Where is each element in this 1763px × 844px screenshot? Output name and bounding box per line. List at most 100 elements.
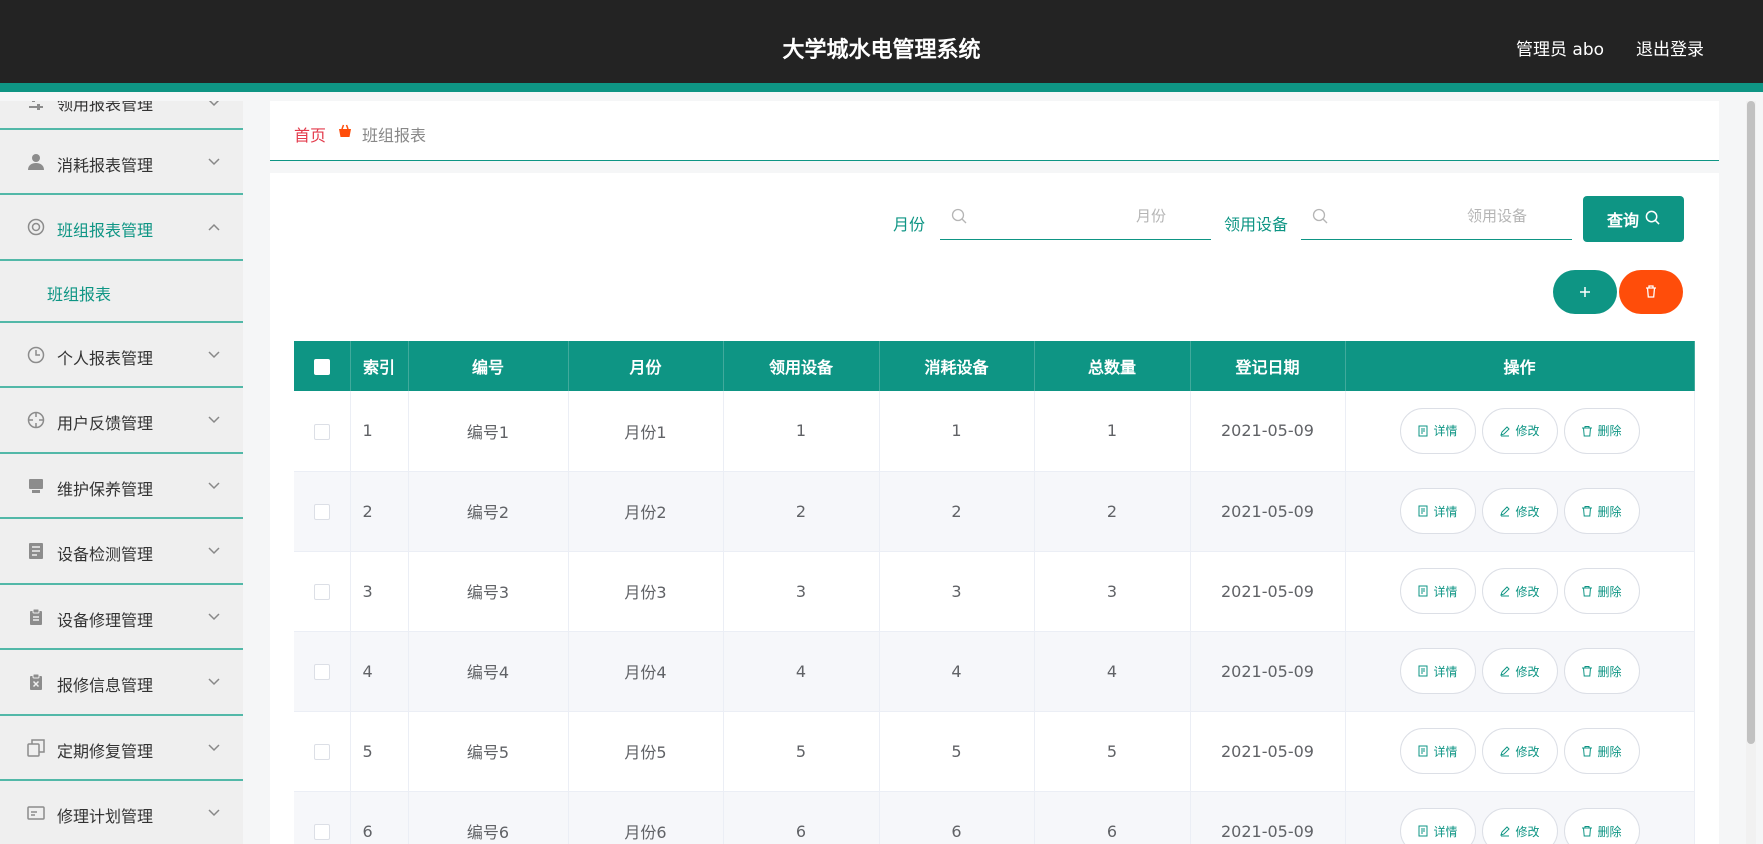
- copy-icon: [26, 738, 46, 758]
- table-cell: 5: [723, 711, 880, 792]
- row-select-cell[interactable]: [294, 551, 351, 632]
- sidebar-item-user-feedback[interactable]: 用户反馈管理: [0, 388, 243, 454]
- add-button[interactable]: [1553, 270, 1617, 314]
- detail-button[interactable]: 详情: [1399, 728, 1476, 774]
- table-cell: 月份5: [568, 711, 724, 792]
- sidebar-item-personal-report[interactable]: 个人报表管理: [0, 323, 243, 388]
- sidebar-item-usage-report[interactable]: 领用报表管理: [0, 101, 243, 130]
- sidebar-item-team-report[interactable]: 班组报表管理: [0, 195, 243, 261]
- edit-button[interactable]: 修改: [1481, 407, 1558, 454]
- sidebar-subitem-team-report[interactable]: 班组报表: [0, 261, 243, 323]
- sidebar-item-device-repair[interactable]: 设备修理管理: [0, 585, 243, 650]
- page-scrollbar[interactable]: [1746, 101, 1756, 844]
- pencil-icon: [1499, 585, 1511, 597]
- chevron-down-icon: [208, 611, 220, 623]
- chevron-down-icon: [208, 101, 220, 109]
- detail-button[interactable]: 详情: [1399, 568, 1476, 614]
- breadcrumb-home[interactable]: 首页: [294, 122, 326, 146]
- delete-button[interactable]: 删除: [1563, 407, 1640, 454]
- sidebar-item-label: 维护保养管理: [57, 480, 154, 499]
- content-card: 月份 领用设备 查询: [270, 173, 1719, 844]
- row-select-cell[interactable]: [294, 631, 351, 712]
- edit-button[interactable]: 修改: [1481, 648, 1558, 694]
- row-checkbox[interactable]: [313, 584, 330, 600]
- row-checkbox[interactable]: [313, 423, 330, 440]
- actions-cell: 详情 修改 删除: [1345, 711, 1695, 792]
- document-icon: [1417, 825, 1429, 837]
- breadcrumb-current: 班组报表: [362, 126, 427, 145]
- month-search-box: [940, 193, 1211, 240]
- sidebar-item-label: 消耗报表管理: [57, 156, 154, 175]
- column-header: 操作: [1345, 341, 1695, 391]
- sidebar-item-label: 定期修复管理: [57, 742, 154, 761]
- document-icon: [1417, 665, 1429, 677]
- row-select-cell[interactable]: [294, 471, 351, 552]
- delete-button[interactable]: 删除: [1563, 568, 1640, 614]
- row-select-cell[interactable]: [294, 791, 351, 844]
- edit-button[interactable]: 修改: [1481, 488, 1558, 534]
- select-all-cell[interactable]: [294, 341, 351, 391]
- detail-button[interactable]: 详情: [1399, 488, 1476, 534]
- table-cell: 编号4: [408, 631, 569, 712]
- row-checkbox[interactable]: [313, 504, 330, 520]
- search-icon: [1312, 208, 1328, 224]
- sidebar-item-consumption-report[interactable]: 消耗报表管理: [0, 130, 243, 195]
- chevron-down-icon: [208, 349, 220, 361]
- row-checkbox[interactable]: [313, 664, 330, 680]
- sidebar-item-repair-plan[interactable]: 修理计划管理: [0, 781, 243, 844]
- query-button[interactable]: 查询: [1583, 196, 1684, 242]
- row-checkbox[interactable]: [313, 824, 330, 840]
- table-cell: 3: [879, 551, 1035, 632]
- edit-button[interactable]: 修改: [1481, 568, 1558, 614]
- detail-button[interactable]: 详情: [1399, 808, 1476, 844]
- table-cell: 5: [1034, 711, 1191, 792]
- select-all-checkbox[interactable]: [313, 359, 330, 375]
- edit-button[interactable]: 修改: [1481, 808, 1558, 844]
- column-header: 月份: [568, 341, 724, 391]
- delete-button[interactable]: 删除: [1563, 808, 1640, 844]
- logout-link[interactable]: 退出登录: [1636, 35, 1704, 60]
- table-cell: 4: [1034, 631, 1191, 712]
- detail-button[interactable]: 详情: [1399, 407, 1476, 454]
- row-select-cell[interactable]: [294, 711, 351, 792]
- actions-cell: 详情 修改 删除: [1345, 391, 1695, 472]
- breadcrumb: 首页 班组报表: [270, 101, 1719, 161]
- table-cell: 编号5: [408, 711, 569, 792]
- table-cell: 4: [350, 631, 409, 712]
- lifebuoy-icon: [26, 217, 46, 237]
- delete-button[interactable]: 删除: [1563, 488, 1640, 534]
- sidebar-item-label: 设备修理管理: [57, 611, 154, 630]
- row-checkbox[interactable]: [313, 744, 330, 760]
- trash-icon: [1581, 505, 1593, 517]
- sidebar: 领用报表管理 消耗报表管理 班组报表管理 班组报表 个人报表管理 用户反馈管理: [0, 101, 243, 844]
- table-cell: 编号6: [408, 791, 569, 844]
- basket-icon: [337, 123, 353, 139]
- sidebar-item-periodic-repair[interactable]: 定期修复管理: [0, 716, 243, 781]
- delete-button[interactable]: 删除: [1563, 648, 1640, 694]
- pencil-icon: [1499, 825, 1511, 837]
- table-cell: 编号1: [408, 391, 569, 472]
- sidebar-item-device-inspection[interactable]: 设备检测管理: [0, 519, 243, 585]
- chevron-down-icon: [208, 480, 220, 492]
- table-cell: 5: [879, 711, 1035, 792]
- detail-button[interactable]: 详情: [1399, 648, 1476, 694]
- batch-delete-button[interactable]: [1619, 270, 1683, 314]
- card-icon: [26, 803, 46, 823]
- trash-icon: [1581, 425, 1593, 437]
- scrollbar-thumb[interactable]: [1747, 101, 1755, 744]
- delete-button[interactable]: 删除: [1563, 728, 1640, 774]
- sidebar-item-repair-info[interactable]: 报修信息管理: [0, 650, 243, 716]
- table-cell: 6: [1034, 791, 1191, 844]
- sidebar-item-maintenance[interactable]: 维护保养管理: [0, 454, 243, 519]
- actions-cell: 详情 修改 删除: [1345, 471, 1695, 552]
- table-row: 1 编号1 月份1 1 1 1 2021-05-09 详情 修改 删除: [294, 391, 1695, 472]
- row-select-cell[interactable]: [294, 391, 351, 472]
- device-search-input[interactable]: [1337, 201, 1557, 231]
- plus-icon: [1579, 282, 1591, 303]
- person-icon: [26, 152, 46, 172]
- edit-button[interactable]: 修改: [1481, 728, 1558, 774]
- table-cell: 1: [879, 391, 1035, 472]
- table-header-row: 索引 编号 月份 领用设备 消耗设备 总数量 登记日期 操作: [294, 341, 1695, 391]
- table-cell: 月份6: [568, 791, 724, 844]
- month-search-input[interactable]: [976, 201, 1196, 231]
